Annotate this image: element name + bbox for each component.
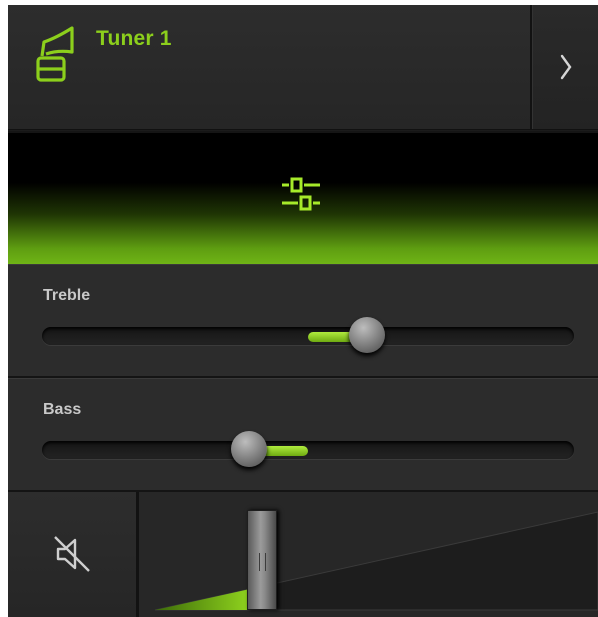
equalizer-display[interactable] xyxy=(8,131,598,266)
volume-slider-thumb[interactable] xyxy=(247,510,278,610)
treble-label: Treble xyxy=(43,287,91,304)
bass-slider[interactable] xyxy=(42,431,574,467)
source-selector[interactable]: Tuner 1 xyxy=(8,5,532,129)
source-header: Tuner 1 xyxy=(8,5,598,130)
bass-control: Bass xyxy=(8,378,598,491)
grip-icon xyxy=(259,553,267,571)
mute-button[interactable] xyxy=(8,492,139,617)
volume-slider[interactable] xyxy=(139,492,598,617)
source-title: Tuner 1 xyxy=(96,27,172,50)
tuner-icon xyxy=(32,22,84,86)
volume-ramp xyxy=(154,511,598,611)
audio-control-panel: Tuner 1 Treble Bass xyxy=(8,5,598,617)
treble-control: Treble xyxy=(8,264,598,377)
chevron-right-icon xyxy=(560,54,572,80)
bass-slider-thumb[interactable] xyxy=(231,431,268,467)
next-source-button[interactable] xyxy=(532,5,598,129)
bass-label: Bass xyxy=(43,401,82,418)
treble-slider-thumb[interactable] xyxy=(348,317,385,353)
equalizer-icon xyxy=(282,177,320,211)
speaker-muted-icon xyxy=(54,536,90,572)
treble-slider[interactable] xyxy=(42,317,574,353)
